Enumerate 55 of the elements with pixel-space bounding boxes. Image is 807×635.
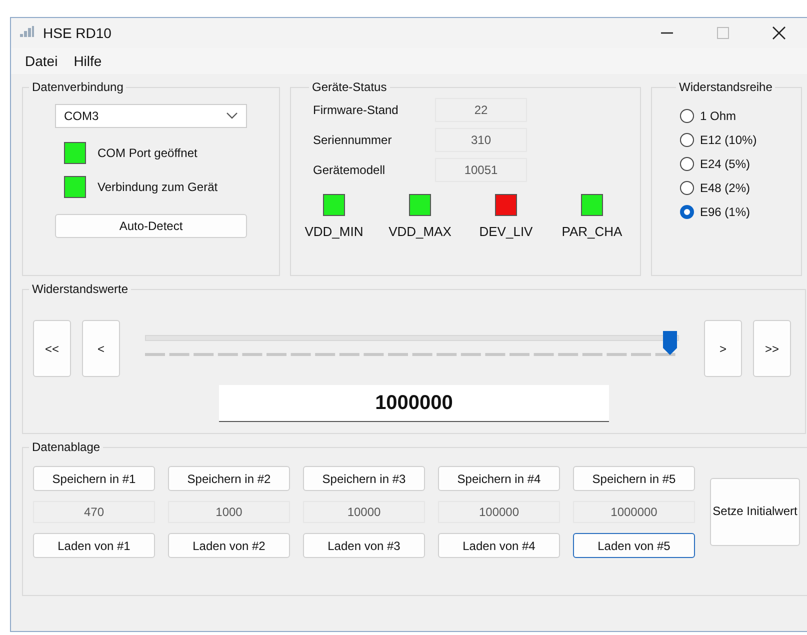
radio-button[interactable] (680, 204, 694, 218)
radio-option[interactable]: E24 (5%) (680, 154, 791, 173)
load-button[interactable]: Laden von #5 (573, 533, 695, 558)
radio-option[interactable]: 1 Ohm (680, 106, 791, 125)
radio-button[interactable] (680, 156, 694, 170)
load-button[interactable]: Laden von #2 (168, 533, 290, 558)
readonly-field: 100000 (438, 501, 560, 523)
field-label: Gerätemodell (313, 163, 386, 177)
load-button[interactable]: Laden von #1 (33, 533, 155, 558)
radio-button[interactable] (680, 108, 694, 122)
save-button[interactable]: Speichern in #1 (33, 466, 155, 491)
radio-option[interactable]: E48 (2%) (680, 178, 791, 197)
chevron-down-icon (226, 112, 238, 120)
readonly-field: 10000 (303, 501, 425, 523)
readonly-field: 1000 (168, 501, 290, 523)
flag-label: VDD_MIN (304, 224, 364, 239)
readonly-field: 470 (33, 501, 155, 523)
close-icon[interactable] (772, 26, 786, 40)
load-button[interactable]: Laden von #3 (303, 533, 425, 558)
radio-button[interactable] (680, 132, 694, 146)
port-dropdown[interactable]: COM3 (55, 104, 247, 128)
group-title: Widerstandswerte (31, 282, 130, 296)
save-button[interactable]: Speichern in #3 (303, 466, 425, 491)
window-title: HSE RD10 (43, 25, 112, 41)
group-title: Datenablage (31, 440, 102, 454)
readonly-field: 310 (435, 128, 527, 152)
value-display: 1000000 (219, 385, 609, 422)
step-button[interactable]: > (704, 320, 742, 377)
field-label: Seriennummer (313, 133, 393, 147)
set-initial-button[interactable]: Setze Initialwert (710, 478, 800, 546)
readonly-field: 22 (435, 98, 527, 122)
save-button[interactable]: Speichern in #4 (438, 466, 560, 491)
load-button[interactable]: Laden von #4 (438, 533, 560, 558)
group-title: Geräte-Status (311, 80, 388, 94)
radio-button[interactable] (680, 180, 694, 194)
menu-item[interactable]: Hilfe (66, 53, 110, 69)
radio-option[interactable]: E96 (1%) (680, 202, 791, 221)
flag-label: VDD_MAX (388, 224, 452, 239)
save-button[interactable]: Speichern in #5 (573, 466, 695, 491)
menu-item[interactable]: Datei (17, 53, 66, 69)
save-button[interactable]: Speichern in #2 (168, 466, 290, 491)
step-button[interactable]: >> (753, 320, 791, 377)
flag-label: PAR_CHA (562, 224, 622, 239)
radio-option[interactable]: E12 (10%) (680, 130, 791, 149)
step-button[interactable]: << (33, 320, 71, 377)
flag-label: DEV_LIV (479, 224, 533, 239)
auto-detect-button[interactable]: Auto-Detect (55, 214, 247, 238)
group-title: Datenverbindung (31, 80, 124, 94)
field-label: Firmware-Stand (313, 103, 400, 117)
group-title: Widerstandsreihe (678, 80, 774, 94)
indicator-label: COM Port geöffnet (98, 146, 198, 160)
indicator-label: Verbindung zum Gerät (98, 180, 218, 194)
readonly-field: 1000000 (573, 501, 695, 523)
step-button[interactable]: < (82, 320, 120, 377)
readonly-field: 10051 (435, 158, 527, 182)
